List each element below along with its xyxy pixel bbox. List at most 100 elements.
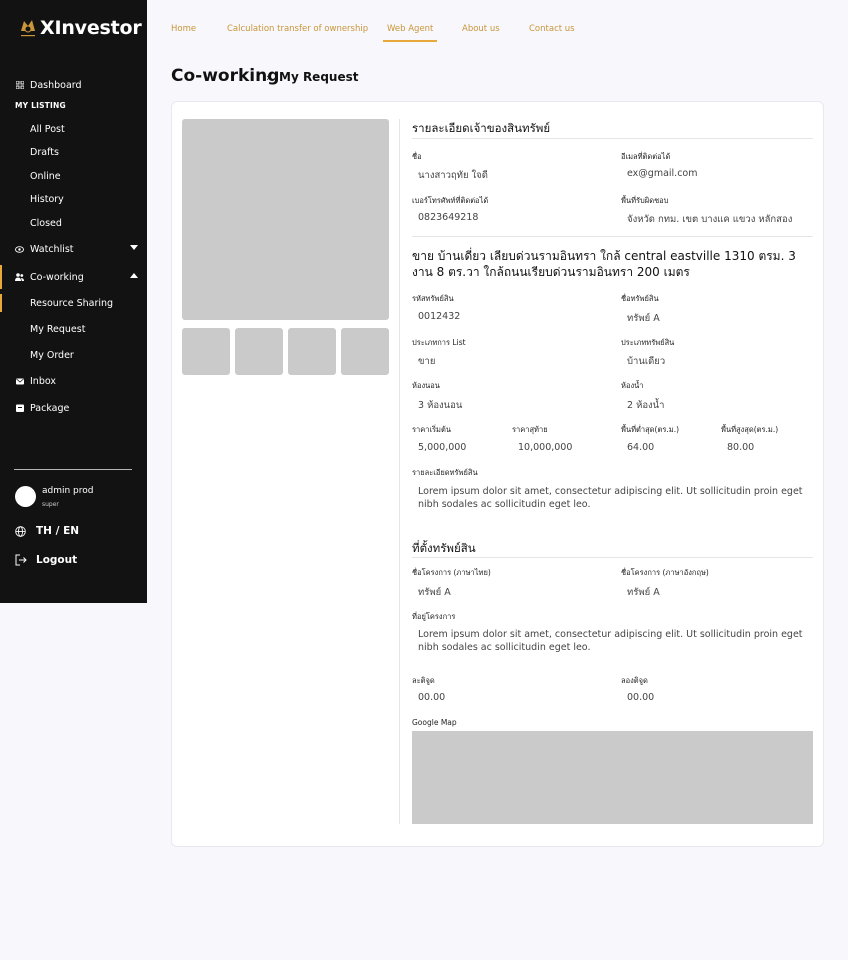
- topnav-home[interactable]: Home: [171, 24, 196, 34]
- lion-logo-icon: [21, 20, 35, 37]
- owner-area-value: จังหวัด กทม. เขต บางแค แขวง หลักสอง: [627, 214, 793, 225]
- sidebar-item-label: Dashboard: [30, 79, 82, 91]
- area-min-label: พื้นที่ต่ำสุด(ตร.ม.): [621, 425, 680, 434]
- owner-phone-value: 0823649218: [418, 212, 479, 223]
- sidebar-item-my-request[interactable]: My Request: [0, 319, 147, 339]
- latitude-value: 00.00: [418, 692, 446, 703]
- price-start-label: ราคาเริ่มต้น: [412, 425, 452, 434]
- area-min-value: 64.00: [627, 442, 655, 453]
- sidebar-item-watchlist[interactable]: Watchlist: [0, 238, 147, 260]
- listing-title: ขาย บ้านเดี่ยว เลียบด่วนรามอินทรา ใกล้ c…: [412, 249, 796, 279]
- sidebar-item-resource-sharing[interactable]: Resource Sharing: [0, 293, 147, 313]
- google-map-placeholder[interactable]: [412, 731, 813, 824]
- vertical-divider: [399, 119, 400, 824]
- caret-up-icon[interactable]: [130, 273, 138, 279]
- asset-code-value: 0012432: [418, 311, 461, 322]
- owner-name-label: ชื่อ: [412, 152, 422, 161]
- area-max-value: 80.00: [727, 442, 755, 453]
- sidebar-item-inbox[interactable]: Inbox: [0, 370, 147, 392]
- sidebar-divider: [14, 469, 132, 470]
- sidebar: XInvestor Dashboard MY LISTING All Post …: [0, 0, 147, 603]
- owner-email-label: อีเมลที่ติดต่อได้: [621, 152, 671, 161]
- project-en-value: ทรัพย์ A: [627, 587, 660, 598]
- list-type-label: ประเภทการ List: [412, 338, 466, 347]
- owner-email-value: ex@gmail.com: [627, 168, 698, 179]
- latitude-label: ละติจูด: [412, 676, 435, 685]
- owner-phone-label: เบอร์โทรศัพท์ที่ติดต่อได้: [412, 196, 489, 205]
- sidebar-item-coworking[interactable]: Co-working: [0, 266, 147, 288]
- logout-icon: [15, 554, 27, 566]
- sidebar-item-history[interactable]: History: [0, 189, 147, 209]
- eye-icon: [15, 245, 24, 254]
- mail-icon: [15, 377, 24, 386]
- sidebar-item-label: Package: [30, 402, 70, 414]
- sidebar-item-label: Watchlist: [30, 243, 74, 255]
- longitude-label: ลองติจูด: [621, 676, 648, 685]
- thumbnail-2[interactable]: [235, 328, 283, 375]
- project-address-label: ที่อยู่โครงการ: [412, 612, 456, 621]
- bedroom-label: ห้องนอน: [412, 381, 440, 390]
- bathroom-value: 2 ห้องน้ำ: [627, 400, 665, 411]
- app-logo[interactable]: XInvestor: [18, 17, 142, 39]
- area-max-label: พื้นที่สูงสุด(ตร.ม.): [721, 425, 779, 434]
- project-th-value: ทรัพย์ A: [418, 587, 451, 598]
- language-switch[interactable]: TH / EN: [15, 525, 79, 537]
- grid-icon: [15, 81, 24, 90]
- logout-button[interactable]: Logout: [15, 554, 77, 566]
- owner-area-label: พื้นที่รับผิดชอบ: [621, 196, 669, 205]
- sidebar-item-my-order[interactable]: My Order: [0, 345, 147, 365]
- section-divider: [412, 236, 813, 237]
- location-section-title: ที่ตั้งทรัพย์สิน: [412, 541, 476, 555]
- owner-name-value: นางสาวฤทัย ใจดี: [418, 170, 488, 181]
- sidebar-item-all-post[interactable]: All Post: [0, 119, 147, 139]
- sidebar-item-dashboard[interactable]: Dashboard: [0, 74, 147, 96]
- project-en-label: ชื่อโครงการ (ภาษาอังกฤษ): [621, 568, 709, 577]
- asset-type-value: บ้านเดียว: [627, 356, 666, 367]
- user-role: super: [42, 501, 59, 508]
- price-end-label: ราคาสุท้าย: [512, 425, 548, 434]
- sidebar-item-label: Inbox: [30, 375, 56, 387]
- topnav-contact[interactable]: Contact us: [529, 24, 575, 34]
- caret-down-icon[interactable]: [130, 245, 138, 251]
- users-icon: [15, 273, 24, 282]
- my-listing-section-label: MY LISTING: [15, 101, 66, 110]
- topnav-calculation[interactable]: Calculation transfer of ownership: [227, 24, 368, 34]
- asset-detail-value: Lorem ipsum dolor sit amet, consectetur …: [418, 486, 803, 510]
- asset-name-value: ทรัพย์ A: [627, 313, 660, 324]
- breadcrumb: My Request: [279, 70, 359, 84]
- globe-icon: [15, 525, 26, 537]
- topnav-about[interactable]: About us: [462, 24, 500, 34]
- language-label: TH / EN: [36, 525, 80, 537]
- project-th-label: ชื่อโครงการ (ภาษาไทย): [412, 568, 491, 577]
- bathroom-label: ห้องน้ำ: [621, 381, 644, 390]
- app-name: XInvestor: [40, 17, 142, 39]
- topnav-active-underline: [383, 40, 437, 42]
- sidebar-item-drafts[interactable]: Drafts: [0, 142, 147, 162]
- sidebar-item-closed[interactable]: Closed: [0, 213, 147, 233]
- user-name: admin prod: [42, 486, 94, 496]
- topnav-web-agent[interactable]: Web Agent: [387, 24, 433, 34]
- section-divider: [412, 138, 813, 139]
- page-title: Co-working: [171, 66, 280, 86]
- sidebar-item-package[interactable]: Package: [0, 397, 147, 419]
- list-type-value: ขาย: [418, 356, 436, 367]
- sidebar-item-online[interactable]: Online: [0, 166, 147, 186]
- price-end-value: 10,000,000: [518, 442, 573, 453]
- price-start-value: 5,000,000: [418, 442, 467, 453]
- asset-detail-label: รายละเอียดทรัพย์สิน: [412, 468, 478, 477]
- main-image-placeholder[interactable]: [182, 119, 389, 320]
- logout-label: Logout: [36, 554, 78, 566]
- longitude-value: 00.00: [627, 692, 655, 703]
- asset-code-label: รหัสทรัพย์สิน: [412, 294, 454, 303]
- avatar[interactable]: [15, 486, 36, 507]
- thumbnail-1[interactable]: [182, 328, 230, 375]
- thumbnail-3[interactable]: [288, 328, 336, 375]
- asset-type-label: ประเภททรัพย์สิน: [621, 338, 675, 347]
- chevron-right-icon: ›: [266, 71, 271, 84]
- thumbnail-4[interactable]: [341, 328, 389, 375]
- bedroom-value: 3 ห้องนอน: [418, 400, 463, 411]
- owner-section-title: รายละเอียดเจ้าของสินทรัพย์: [412, 121, 551, 135]
- project-address-value: Lorem ipsum dolor sit amet, consectetur …: [418, 629, 803, 653]
- sidebar-item-label: Co-working: [30, 271, 84, 283]
- package-icon: [15, 404, 24, 413]
